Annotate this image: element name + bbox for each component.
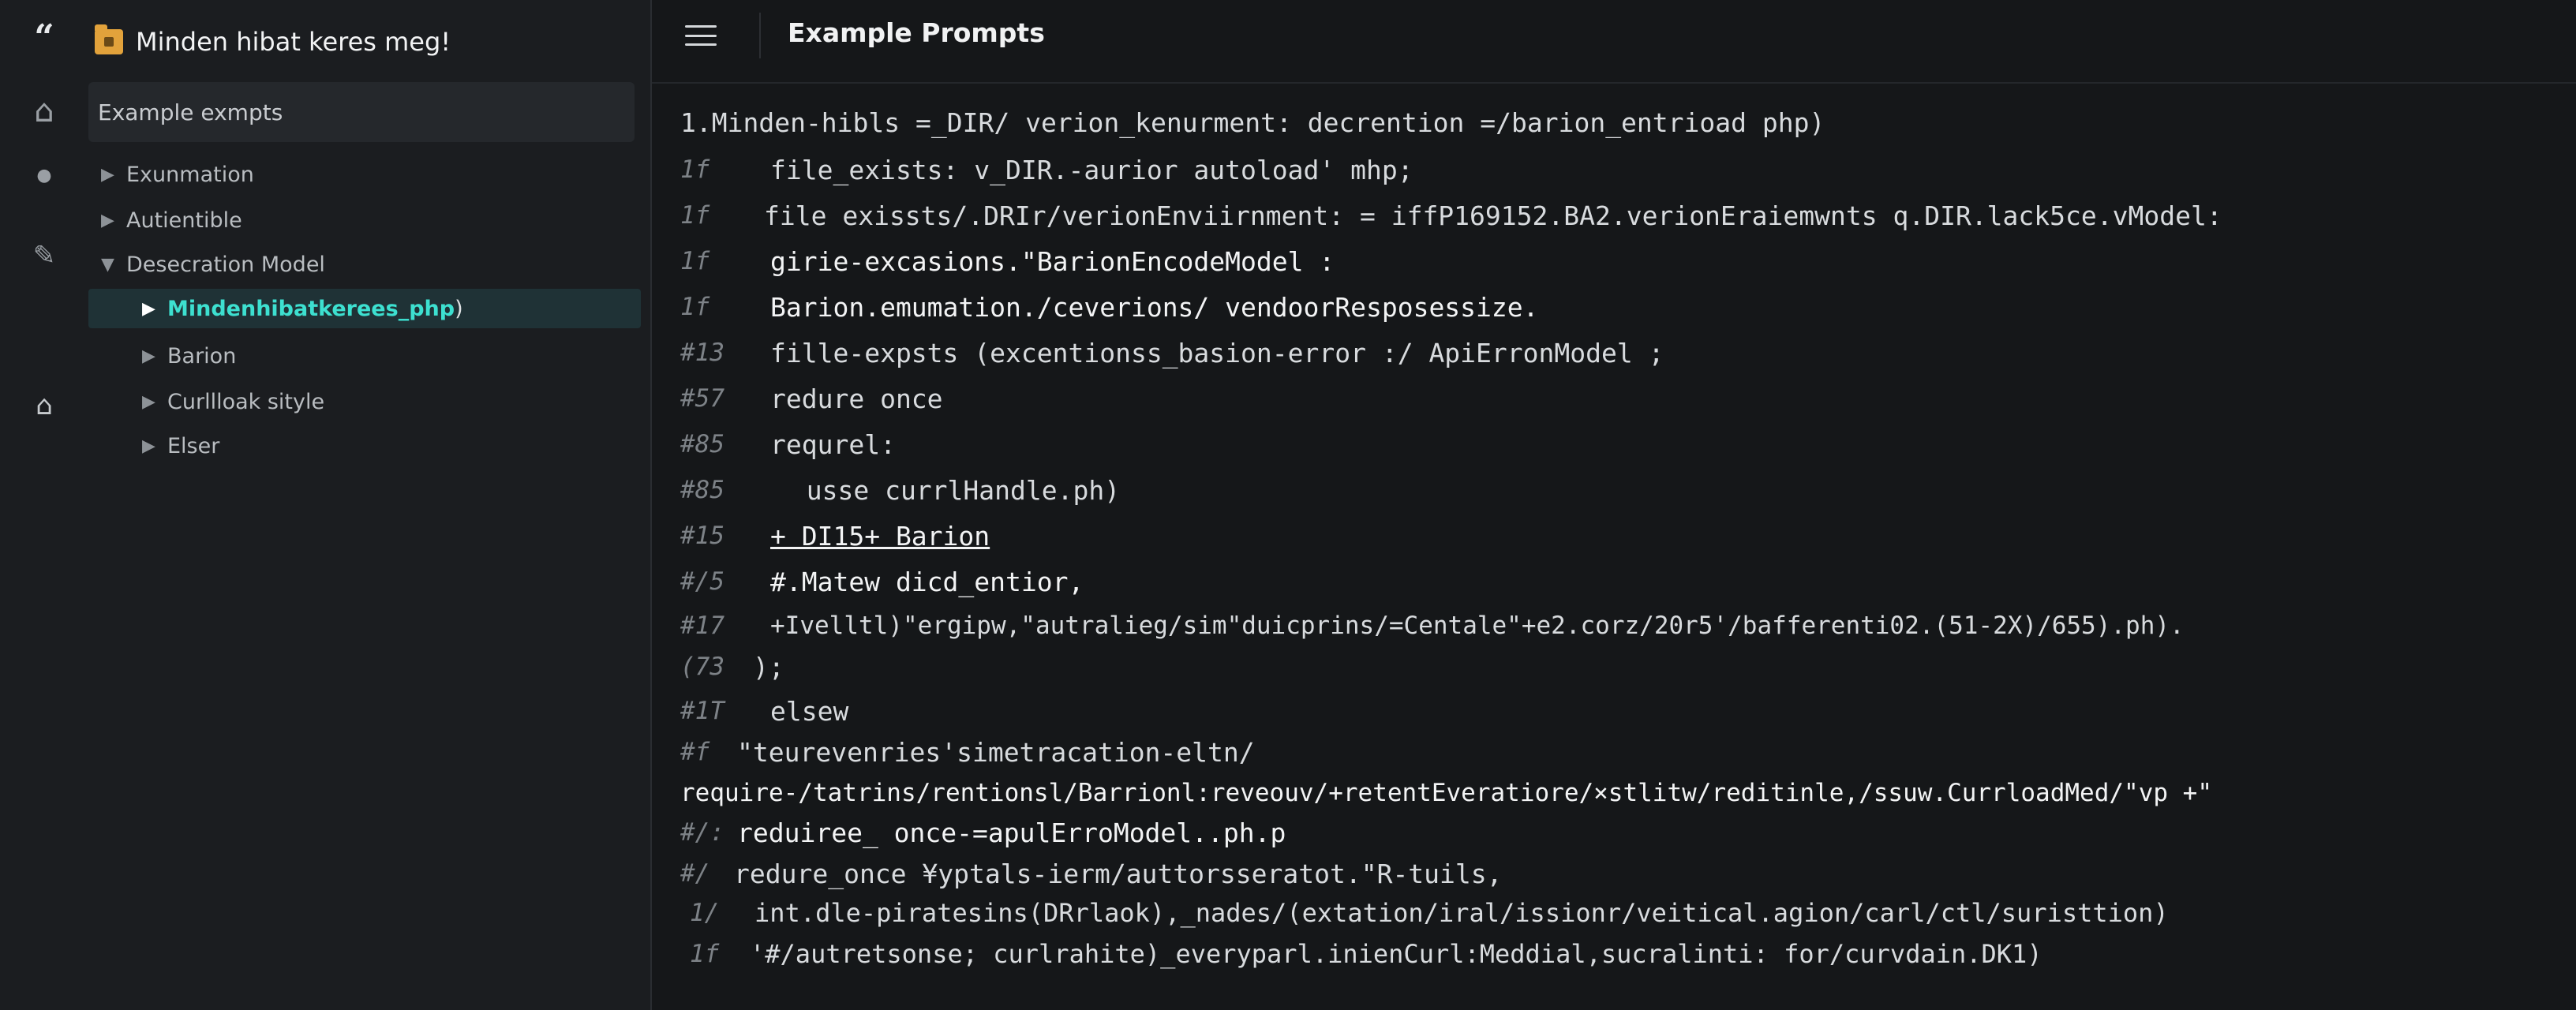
dot-icon[interactable]: ● bbox=[0, 166, 88, 185]
tree-item-label: Elser bbox=[167, 433, 220, 458]
tree-item-label: Curllloak sityle bbox=[167, 389, 325, 414]
tree-item-mindenhibatkerees-php[interactable]: ▶ Mindenhibatkerees_php ) bbox=[88, 289, 641, 328]
line-number: #85 bbox=[680, 430, 724, 458]
line-number: #85 bbox=[680, 476, 724, 504]
line-number: #15 bbox=[680, 522, 724, 550]
search-input-text: Example exmpts bbox=[98, 99, 283, 125]
line-number: #1T bbox=[680, 697, 724, 725]
code-text: reduiree_ once-=apulErroModel..ph.p bbox=[737, 817, 1286, 848]
line-number: 1f bbox=[680, 293, 710, 321]
sidebar-title-text: Minden hibat keres meg! bbox=[136, 27, 451, 57]
tree-item-desecration-model[interactable]: ▼ Desecration Model bbox=[101, 245, 325, 284]
chevron-right-icon: ▶ bbox=[142, 346, 155, 366]
code-text: redure once bbox=[770, 383, 943, 414]
code-text: +Ivelltl)"ergipw,"autralieg/sim"duicprin… bbox=[770, 612, 2185, 640]
editor-header: Example Prompts bbox=[652, 0, 2576, 84]
line-number: 1/ bbox=[690, 899, 720, 927]
code-text: requrel: bbox=[770, 428, 896, 460]
line-number: 1f bbox=[680, 247, 710, 275]
quote-icon[interactable]: “ bbox=[0, 17, 88, 58]
code-text: int.dle-piratesins(DRrlaok),_nades/(exta… bbox=[754, 898, 2169, 928]
code-text: 1.Minden-hibls =_DIR/ verion_kenurment: … bbox=[680, 107, 1825, 138]
home-icon[interactable]: ⌂ bbox=[0, 390, 88, 421]
tree-item-elser[interactable]: ▶ Elser bbox=[142, 426, 219, 466]
line-number: (73 bbox=[680, 653, 724, 681]
code-text: #.Matew dicd_entior, bbox=[770, 566, 1084, 597]
tree-item-label: Autientible bbox=[126, 208, 242, 233]
line-number: #/5 bbox=[680, 567, 724, 596]
code-text: + DI15+ Barion bbox=[770, 520, 990, 552]
tree-item-label: Exunmation bbox=[126, 162, 254, 187]
code-text: usse currlHandle.ph) bbox=[775, 474, 1121, 506]
chevron-right-icon: ▶ bbox=[142, 298, 155, 319]
tree-item-label: Barion bbox=[167, 343, 237, 368]
tree-item-suffix: ) bbox=[455, 296, 463, 321]
menu-icon[interactable] bbox=[685, 25, 717, 46]
chevron-right-icon: ▶ bbox=[142, 391, 155, 412]
brush-icon[interactable]: ✎ bbox=[0, 240, 88, 271]
code-text: elsew bbox=[770, 695, 849, 727]
tree-item-autientible[interactable]: ▶ Autientible bbox=[101, 200, 242, 240]
code-text: Barion.emumation./ceverions/ vendoorResp… bbox=[770, 291, 1539, 323]
tree-item-curllloak-sityle[interactable]: ▶ Curllloak sityle bbox=[142, 382, 324, 421]
line-number: #57 bbox=[680, 384, 724, 413]
tree-item-exunmation[interactable]: ▶ Exunmation bbox=[101, 155, 254, 194]
chevron-right-icon: ▶ bbox=[101, 164, 114, 185]
folder-icon bbox=[95, 24, 123, 54]
line-number: #13 bbox=[680, 339, 724, 367]
tree-item-label: Desecration Model bbox=[126, 252, 325, 277]
tree-item-barion[interactable]: ▶ Barion bbox=[142, 336, 236, 376]
code-text: ); bbox=[753, 651, 784, 683]
code-text: '#/autretsonse; curlrahite)_everyparl.in… bbox=[750, 939, 2042, 969]
search-input[interactable]: Example exmpts bbox=[88, 82, 635, 142]
app-window: “ ⌂ ● ✎ ⌂ Minden hibat keres meg! Exampl… bbox=[0, 0, 2576, 1010]
code-text: redure_once ¥yptals-ierm/auttorsseratot.… bbox=[734, 858, 1503, 889]
line-number: 1f bbox=[680, 155, 710, 184]
code-text: girie-excasions."BarionEncodeModel : bbox=[770, 245, 1335, 277]
home-icon[interactable]: ⌂ bbox=[0, 93, 88, 129]
chevron-down-icon: ▼ bbox=[101, 254, 114, 275]
page-title: Example Prompts bbox=[788, 17, 1045, 48]
sidebar: Minden hibat keres meg! Example exmpts ▶… bbox=[88, 0, 652, 1010]
chevron-right-icon: ▶ bbox=[142, 436, 155, 456]
code-text: "teurevenries'simetracation-eltn/ bbox=[737, 736, 1255, 768]
activity-rail: “ ⌂ ● ✎ ⌂ bbox=[0, 0, 88, 1010]
code-text: file exissts/.DRIr/verionEnviirnment: = … bbox=[764, 200, 2222, 231]
chevron-right-icon: ▶ bbox=[101, 210, 114, 230]
code-text: file_exists: v_DIR.-aurior autoload' mhp… bbox=[770, 154, 1413, 185]
line-number: #17 bbox=[680, 612, 724, 640]
code-text: require-/tatrins/rentionsl/Barrionl:reve… bbox=[680, 779, 2213, 807]
header-divider bbox=[759, 13, 761, 58]
editor-pane: Example Prompts 1.Minden-hibls =_DIR/ ve… bbox=[652, 0, 2576, 1010]
line-number: 1f bbox=[680, 201, 710, 230]
sidebar-title: Minden hibat keres meg! bbox=[95, 22, 451, 62]
tree-item-label: Mindenhibatkerees_php bbox=[167, 296, 455, 321]
code-text: fille-expsts (excentionss_basion-error :… bbox=[770, 337, 1664, 368]
